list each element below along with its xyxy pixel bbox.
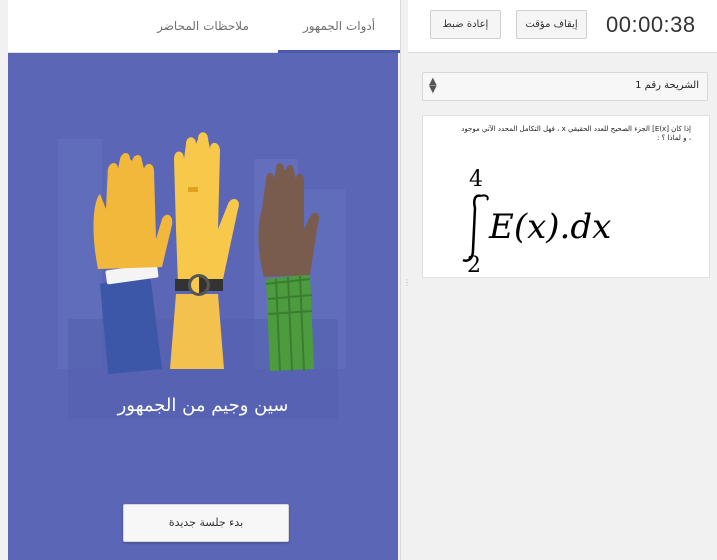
qa-stage: سين وجيم من الجمهور بدء جلسة جديدة: [8, 53, 398, 560]
empty-state-text: سين وجيم من الجمهور: [117, 395, 289, 416]
timer-display: 00:00:38: [606, 12, 696, 37]
tab-speaker-notes[interactable]: ملاحظات المحاضر: [128, 0, 278, 52]
slide-preview[interactable]: إذا كان [E(x] الجزء الصحيح للعدد الحقيقي…: [422, 115, 710, 278]
integrand: E(x).dx: [488, 207, 611, 247]
presenter-panel: إعادة ضبط إيقاف مؤقت 00:00:38 ▲ ▼ الشريحة…: [408, 0, 717, 560]
panel-tabs: أدوات الجمهور ملاحظات المحاضر: [8, 0, 400, 53]
start-new-session-button[interactable]: بدء جلسة جديدة: [123, 504, 289, 542]
integral-formula: 4 E(x).dx 2: [462, 167, 611, 272]
slide-selector-value: الشريحة رقم 1: [635, 80, 699, 91]
up-down-arrows-icon: ▲ ▼: [429, 76, 437, 95]
slide-question-text: إذا كان [E(x] الجزء الصحيح للعدد الحقيقي…: [461, 125, 691, 142]
raised-hands-illustration: [58, 132, 346, 419]
pause-button[interactable]: إيقاف مؤقت: [516, 10, 587, 39]
audience-tools-panel: أدوات الجمهور ملاحظات المحاضر سين وجيم م…: [0, 0, 400, 560]
slide-selector[interactable]: ▲ ▼ الشريحة رقم 1: [422, 72, 708, 101]
timer-toolbar: إعادة ضبط إيقاف مؤقت 00:00:38: [408, 0, 717, 53]
tab-audience-tools[interactable]: أدوات الجمهور: [278, 0, 400, 52]
lower-limit: 2: [467, 253, 481, 272]
reset-button[interactable]: إعادة ضبط: [430, 10, 501, 39]
upper-limit: 4: [469, 167, 483, 192]
